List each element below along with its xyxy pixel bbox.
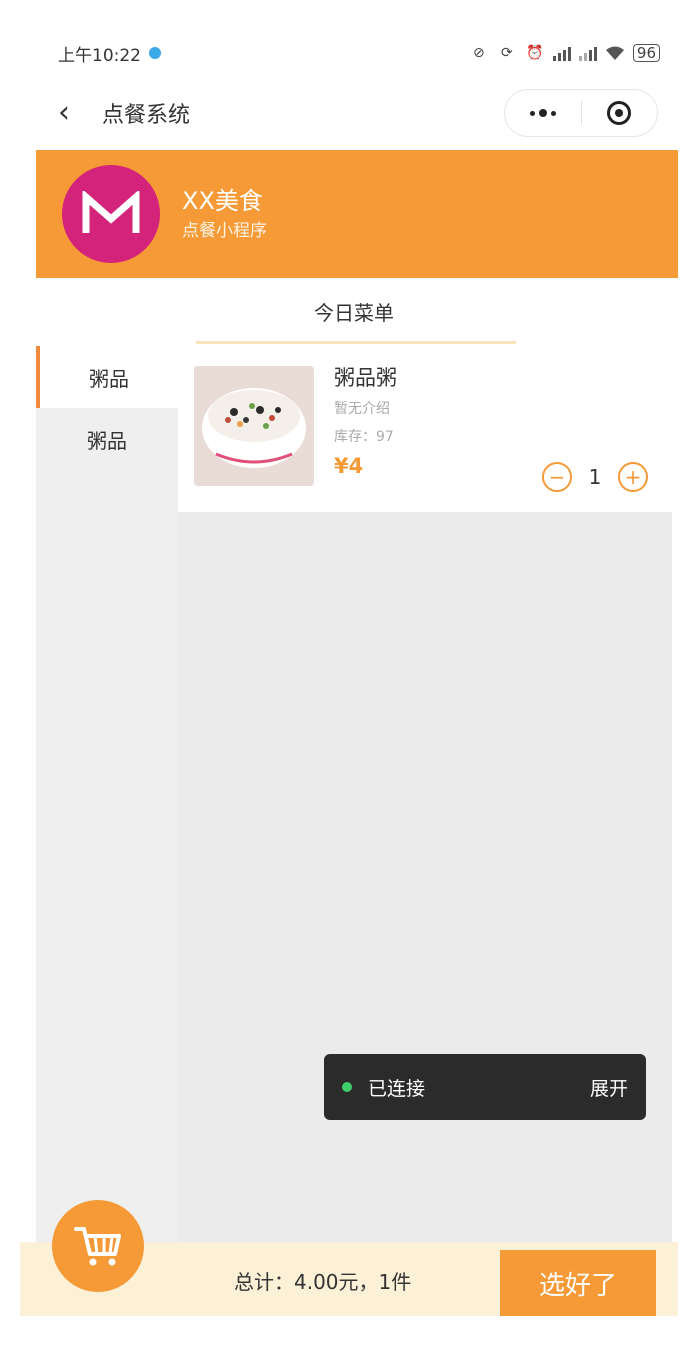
signal-icon <box>552 45 571 61</box>
shop-header: XX美食 点餐小程序 <box>36 150 678 278</box>
wifi-icon <box>605 43 625 63</box>
tab-today-menu[interactable]: 今日菜单 <box>36 278 672 344</box>
phone-screen: 上午10:22 ⊘ ⟳ ⏰ 96 ‹ 点餐系统 XX美食 点餐小程序 今日菜单 … <box>20 30 678 1330</box>
confirm-order-button[interactable]: 选好了 <box>500 1250 656 1316</box>
signal-secondary-icon <box>578 45 597 61</box>
shop-subtitle: 点餐小程序 <box>182 221 267 241</box>
category-sidebar: 粥品 粥品 <box>36 346 178 1250</box>
food-name: 粥品粥 <box>334 366 397 390</box>
food-price: ¥4 <box>334 454 364 478</box>
mini-program-capsule <box>504 89 658 137</box>
porridge-bowl-image <box>194 366 314 486</box>
status-icons: ⊘ ⟳ ⏰ 96 <box>469 43 660 63</box>
status-bar: 上午10:22 ⊘ ⟳ ⏰ 96 <box>20 30 678 76</box>
tab-today-menu-label: 今日菜单 <box>314 300 394 325</box>
connected-dot-icon <box>342 1082 352 1092</box>
food-stock: 库存：97 <box>334 429 394 445</box>
order-total: 总计：4.00元，1件 <box>234 1270 412 1294</box>
more-dots-icon <box>529 109 556 117</box>
food-description: 暂无介绍 <box>334 401 390 417</box>
food-card[interactable]: 粥品粥 暂无介绍 库存：97 ¥4 − 1 + <box>178 346 672 512</box>
category-item[interactable]: 粥品 <box>36 408 178 470</box>
more-button[interactable] <box>505 90 581 136</box>
nfc-icon: ⊘ <box>473 45 485 61</box>
quantity-value: 1 <box>588 465 602 489</box>
status-time: 上午10:22 <box>58 45 141 66</box>
toast-text: 已连接 <box>368 1077 426 1100</box>
category-item-label: 粥品 <box>89 366 129 391</box>
connection-toast: 已连接 展开 <box>324 1054 646 1120</box>
status-left: 上午10:22 <box>58 41 161 66</box>
quantity-stepper: − 1 + <box>542 462 648 492</box>
shop-logo <box>62 165 160 263</box>
shop-info: XX美食 点餐小程序 <box>182 184 267 244</box>
target-close-icon <box>607 101 632 125</box>
nav-title: 点餐系统 <box>102 103 191 128</box>
m-logo-icon <box>82 191 140 233</box>
minus-button[interactable]: − <box>542 462 572 492</box>
toast-expand-button[interactable]: 展开 <box>590 1074 628 1101</box>
alarm-icon: ⏰ <box>526 45 544 61</box>
cart-icon <box>74 1227 121 1266</box>
shop-name: XX美食 <box>182 187 263 215</box>
nav-bar: ‹ 点餐系统 <box>20 76 678 150</box>
sync-icon: ⟳ <box>501 45 513 61</box>
notification-dot-icon <box>149 47 161 59</box>
plus-button[interactable]: + <box>618 462 648 492</box>
tab-underline <box>196 341 516 344</box>
category-item-active[interactable]: 粥品 <box>36 346 178 408</box>
battery-icon: 96 <box>632 44 660 62</box>
back-arrow-icon[interactable]: ‹ <box>58 98 88 128</box>
close-mini-program-button[interactable] <box>582 90 658 136</box>
category-item-label: 粥品 <box>87 428 127 453</box>
food-image <box>194 366 314 486</box>
cart-button[interactable] <box>52 1200 144 1292</box>
